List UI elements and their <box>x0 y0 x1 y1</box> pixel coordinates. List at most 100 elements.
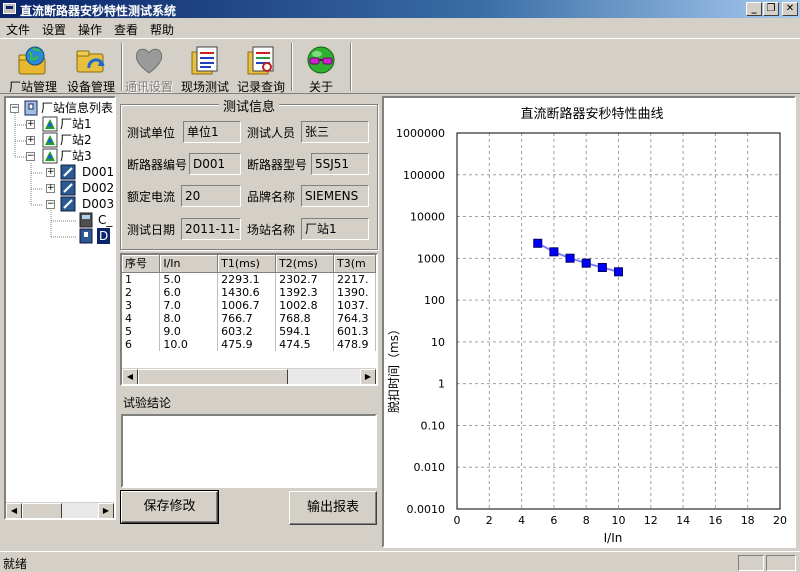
close-button[interactable]: ✕ <box>782 2 798 16</box>
y-tick-label: 0.0010 <box>407 503 446 516</box>
cell: 1037. <box>333 298 376 312</box>
conclusion-textarea[interactable] <box>121 414 377 488</box>
column-header[interactable]: T1(ms) <box>217 255 277 273</box>
globe-glasses-icon <box>307 46 335 74</box>
expand-toggle[interactable]: + <box>26 136 35 145</box>
tree-device-label: D002 <box>82 181 115 195</box>
rated-current-field[interactable]: 20 <box>181 185 241 207</box>
breaker-number-label: 断路器编号 <box>127 158 188 172</box>
tree-station-label: 厂站3 <box>60 149 92 163</box>
expand-toggle[interactable]: + <box>46 184 55 193</box>
table-row[interactable]: 1 5.0 2293.1 2302.7 2217. <box>122 272 376 286</box>
breaker-icon <box>60 180 76 196</box>
heart-icon <box>135 48 163 74</box>
about-button[interactable]: 关于 <box>292 41 350 94</box>
cell: 603.2 <box>217 324 277 338</box>
cell: 2293.1 <box>217 272 277 286</box>
x-tick-label: 2 <box>486 514 493 527</box>
table-row[interactable]: 4 8.0 766.7 768.8 764.3 <box>122 311 376 325</box>
brand-name-label: 品牌名称 <box>247 190 296 204</box>
cell: 2302.7 <box>275 272 334 286</box>
site-name-field[interactable]: 厂站1 <box>301 218 369 240</box>
station-management-button[interactable]: 厂站管理 <box>4 41 62 94</box>
field-test-button[interactable]: 现场测试 <box>176 41 234 94</box>
minimize-button[interactable]: _ <box>746 2 762 16</box>
column-header[interactable]: T3(m <box>333 255 376 273</box>
collapse-toggle[interactable]: − <box>46 200 55 209</box>
menu-help[interactable]: 帮助 <box>146 20 178 39</box>
toolbar-label: 记录查询 <box>236 80 285 94</box>
column-header[interactable]: 序号 <box>122 255 161 273</box>
cell: 766.7 <box>217 311 277 325</box>
documents-search-icon <box>247 46 274 75</box>
test-date-label: 测试日期 <box>127 223 176 237</box>
status-text: 就绪 <box>3 557 28 571</box>
toolbar-separator <box>350 43 352 91</box>
title-bar[interactable]: 直流断路器安秒特性测试系统 _ ❐ ✕ <box>0 0 800 18</box>
scroll-thumb[interactable] <box>138 369 288 384</box>
cell: 6 <box>122 337 161 351</box>
expand-toggle[interactable]: + <box>46 168 55 177</box>
column-header[interactable]: I/In <box>159 255 219 273</box>
toolbar-label: 现场测试 <box>180 80 229 94</box>
menu-operation[interactable]: 操作 <box>74 20 106 39</box>
x-tick-label: 4 <box>518 514 525 527</box>
test-date-field[interactable]: 2011-11-05 <box>181 218 241 240</box>
breaker-icon <box>60 196 76 212</box>
toolbar-label: 设备管理 <box>66 80 115 94</box>
cell: 4 <box>122 311 161 325</box>
expand-toggle[interactable]: + <box>26 120 35 129</box>
x-tick-label: 0 <box>454 514 461 527</box>
breaker-model-label: 断路器型号 <box>247 158 308 172</box>
export-report-button[interactable]: 输出报表 <box>289 491 377 525</box>
tree-root-label: 厂站信息列表 <box>41 101 114 115</box>
test-data-grid[interactable]: 序号 I/In T1(ms) T2(ms) T3(m 1 5.0 2293.1 230… <box>120 253 378 386</box>
tree-device-label: D003 <box>82 197 115 211</box>
collapse-toggle[interactable]: − <box>10 104 19 113</box>
scroll-left-button[interactable]: ◀ <box>122 369 138 384</box>
table-row[interactable]: 2 6.0 1430.6 1392.3 1390. <box>122 285 376 299</box>
app-icon[interactable] <box>3 3 16 14</box>
toolbar-label: 厂站管理 <box>8 80 57 94</box>
communication-settings-button[interactable]: 通讯设置 <box>120 41 178 94</box>
menu-view[interactable]: 查看 <box>110 20 142 39</box>
scroll-left-button[interactable]: ◀ <box>6 503 22 518</box>
x-axis-label: I/In <box>604 531 623 545</box>
breaker-number-field[interactable]: D001 <box>189 153 241 175</box>
restore-button[interactable]: ❐ <box>763 2 779 16</box>
breaker-icon <box>60 164 76 180</box>
x-tick-label: 10 <box>612 514 626 527</box>
cell: 2 <box>122 285 161 299</box>
station-icon <box>42 116 58 132</box>
scroll-thumb[interactable] <box>22 503 62 518</box>
table-header-row: 序号 I/In T1(ms) T2(ms) T3(m <box>122 255 376 273</box>
menu-bar: 文件 设置 操作 查看 帮助 <box>0 18 800 38</box>
scroll-right-button[interactable]: ▶ <box>98 503 114 518</box>
y-tick-label: 1000000 <box>396 127 445 140</box>
cell: 474.5 <box>275 337 334 351</box>
tester-field[interactable]: 张三 <box>301 121 369 143</box>
record-query-button[interactable]: 记录查询 <box>232 41 290 94</box>
trip-curve-chart: 直流断路器安秒特性曲线 0 2 4 6 8 10 12 14 16 18 20 0.0010 0.010… <box>386 106 787 545</box>
grid-hscrollbar[interactable]: ◀ ▶ <box>122 368 376 384</box>
test-unit-field[interactable]: 单位1 <box>183 121 241 143</box>
menu-file[interactable]: 文件 <box>2 20 34 39</box>
station-tree[interactable]: − 厂站信息列表 + 厂站1 + 厂站2 − 厂站3 + D001 + D002… <box>4 96 116 520</box>
scroll-right-button[interactable]: ▶ <box>360 369 376 384</box>
toolbar-label: 通讯设置 <box>124 80 173 94</box>
brand-name-field[interactable]: SIEMENS <box>301 185 369 207</box>
table-row[interactable]: 3 7.0 1006.7 1002.8 1037. <box>122 298 376 312</box>
key-icon <box>24 100 38 116</box>
table-row[interactable]: 5 9.0 603.2 594.1 601.3 <box>122 324 376 338</box>
table-row[interactable]: 6 10.0 475.9 474.5 478.9 <box>122 337 376 351</box>
conclusion-label: 试验结论 <box>123 396 172 410</box>
cell: 7.0 <box>159 298 219 312</box>
collapse-toggle[interactable]: − <box>26 152 35 161</box>
device-management-button[interactable]: 设备管理 <box>62 41 120 94</box>
tree-station-label: 厂站1 <box>60 117 92 131</box>
menu-settings[interactable]: 设置 <box>38 20 70 39</box>
tree-hscrollbar[interactable]: ◀ ▶ <box>6 502 114 518</box>
breaker-model-field[interactable]: 5SJ51 <box>311 153 369 175</box>
save-changes-button[interactable]: 保存修改 <box>120 490 219 524</box>
column-header[interactable]: T2(ms) <box>275 255 334 273</box>
